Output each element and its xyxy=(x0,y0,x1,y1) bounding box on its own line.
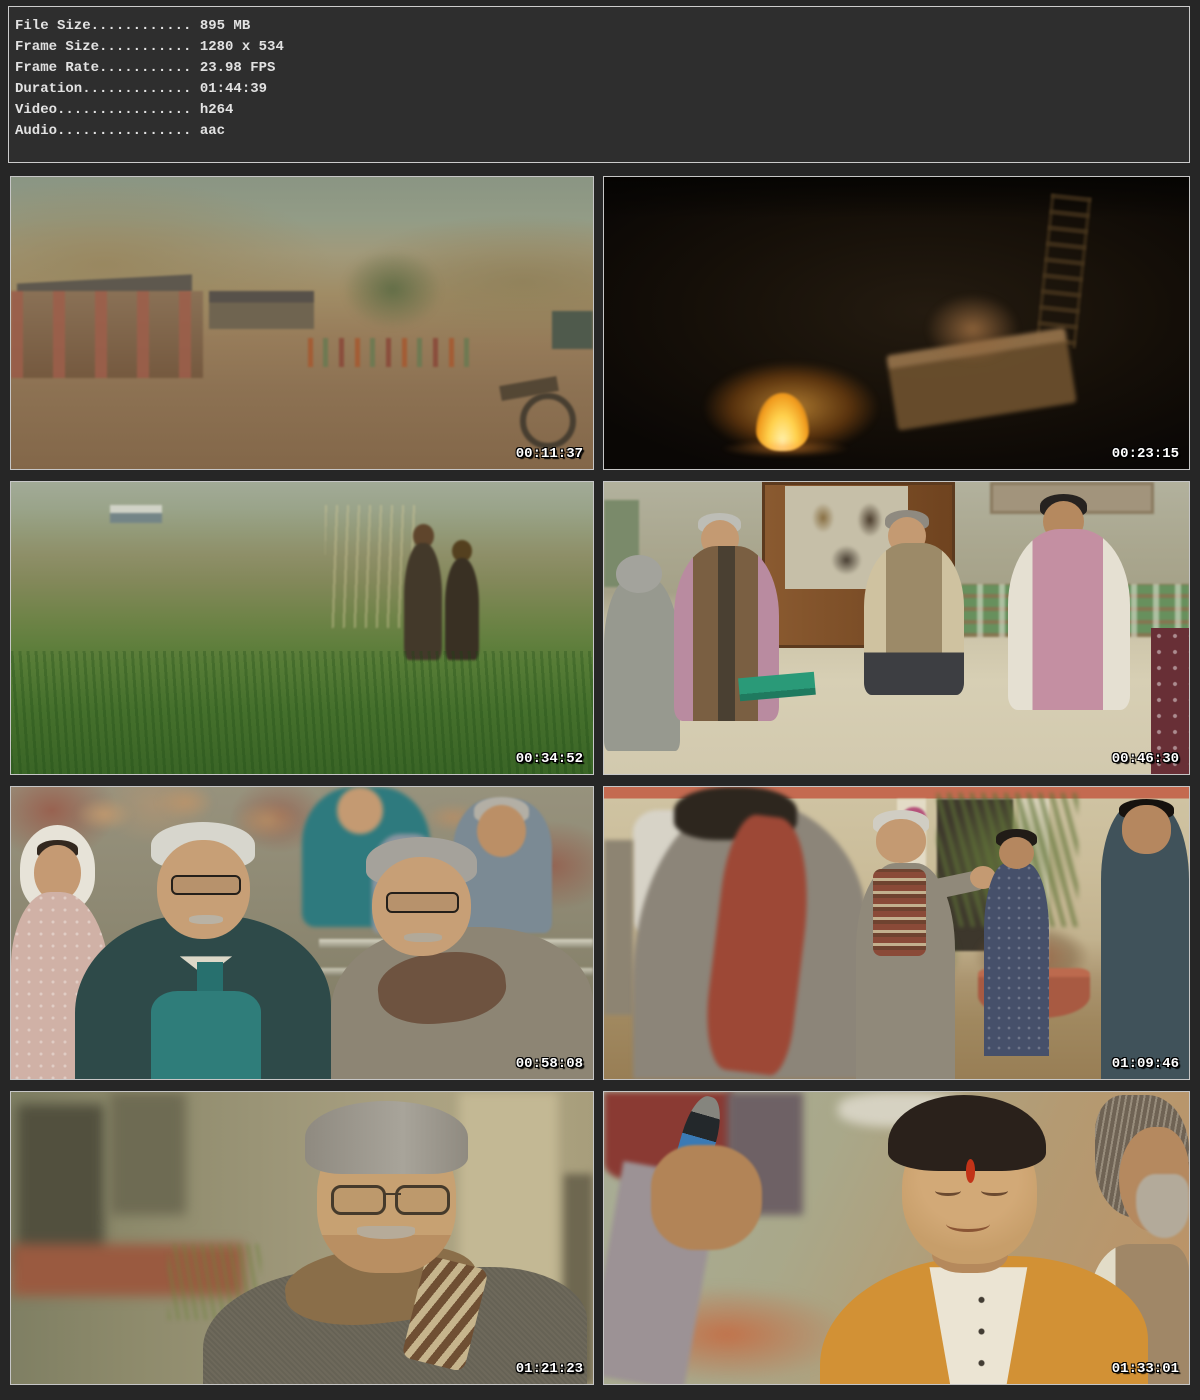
info-line-audio: Audio................ aac xyxy=(15,121,1179,142)
tree-blob xyxy=(343,250,442,329)
blurred-doorway-2 xyxy=(110,1092,186,1215)
scene-courtyard xyxy=(604,787,1189,1079)
screenshot-thumb-5: 00:58:08 xyxy=(10,786,594,1080)
child-2-body xyxy=(445,558,480,660)
building-wall-pillars xyxy=(11,291,203,379)
suit-man-sweater xyxy=(151,991,262,1079)
people-on-cot xyxy=(926,294,1020,364)
timestamp-overlay: 00:46:30 xyxy=(1112,751,1179,767)
clasped-hands xyxy=(651,1145,762,1250)
elder-face xyxy=(876,819,926,863)
screenshots-page: { "colors": { "page_bg": "#262626", "pan… xyxy=(0,0,1200,1400)
screenshot-thumb-6: 01:09:46 xyxy=(603,786,1190,1080)
suit-man-glasses xyxy=(171,875,241,895)
foliage-shadow xyxy=(604,177,1189,218)
tweed-man-glasses xyxy=(386,892,459,912)
screenshot-thumb-8: 01:33:01 xyxy=(603,1091,1190,1385)
info-line-file-size: File Size............ 895 MB xyxy=(15,16,1179,37)
kurta-man-body xyxy=(984,863,1048,1056)
villagers-group xyxy=(308,338,471,367)
scene-mic xyxy=(604,1092,1189,1384)
closed-eye-right xyxy=(981,1185,1007,1195)
glasses-left-lens xyxy=(331,1185,386,1214)
scene-field xyxy=(11,482,593,774)
big-man-face xyxy=(1122,805,1172,855)
man-1-body xyxy=(604,575,680,750)
truck xyxy=(552,311,593,349)
bystander-left-sliver xyxy=(604,840,633,1015)
timestamp-overlay: 01:21:23 xyxy=(516,1361,583,1377)
timestamp-overlay: 00:58:08 xyxy=(516,1056,583,1072)
glasses-right-lens xyxy=(395,1185,450,1214)
distant-shed xyxy=(110,505,162,523)
glasses-bridge xyxy=(383,1193,400,1195)
second-hut xyxy=(209,291,314,329)
screenshot-thumb-2: 00:23:15 xyxy=(603,176,1190,470)
scene-village xyxy=(11,177,593,469)
media-info-panel: File Size............ 895 MB Frame Size.… xyxy=(8,6,1190,163)
man-4-body xyxy=(1008,529,1131,710)
tweed-man-mustache xyxy=(404,933,442,942)
timestamp-overlay: 00:23:15 xyxy=(1112,446,1179,462)
vest-buttons xyxy=(973,1285,991,1378)
info-line-frame-size: Frame Size........... 1280 x 534 xyxy=(15,37,1179,58)
teal-woman-face xyxy=(337,787,384,834)
timestamp-overlay: 01:33:01 xyxy=(1112,1361,1179,1377)
timestamp-overlay: 00:11:37 xyxy=(516,446,583,462)
timestamp-overlay: 00:34:52 xyxy=(516,751,583,767)
info-line-frame-rate: Frame Rate........... 23.98 FPS xyxy=(15,58,1179,79)
embers xyxy=(721,440,850,458)
scene-audience xyxy=(11,787,593,1079)
gray-hair xyxy=(305,1101,468,1174)
closed-eye-left xyxy=(935,1185,961,1195)
man-1-hair xyxy=(616,555,663,593)
scene-closeup xyxy=(11,1092,593,1384)
blue-shirt-man-face xyxy=(477,805,526,858)
info-line-video: Video................ h264 xyxy=(15,100,1179,121)
screenshot-thumb-1: 00:11:37 xyxy=(10,176,594,470)
scene-living-room xyxy=(604,482,1189,774)
right-man-beard xyxy=(1136,1174,1189,1238)
suit-man-mustache xyxy=(189,915,224,924)
scene-night-hut xyxy=(604,177,1189,469)
man-3-body xyxy=(864,543,963,695)
screenshot-thumb-4: 00:46:30 xyxy=(603,481,1190,775)
screenshot-thumb-3: 00:34:52 xyxy=(10,481,594,775)
info-line-duration: Duration............. 01:44:39 xyxy=(15,79,1179,100)
blurred-doorway-1 xyxy=(17,1104,104,1268)
kurta-man-face xyxy=(999,837,1034,869)
red-tilak xyxy=(966,1159,975,1182)
cart-wheel xyxy=(520,393,576,449)
elder-plaid-scarf xyxy=(873,869,926,957)
screenshots-grid: 00:11:37 00:23:15 00:34:52 xyxy=(10,176,1190,1385)
timestamp-overlay: 01:09:46 xyxy=(1112,1056,1179,1072)
grass-texture xyxy=(11,651,593,774)
child-1-body xyxy=(404,543,442,660)
screenshot-thumb-7: 01:21:23 xyxy=(10,1091,594,1385)
